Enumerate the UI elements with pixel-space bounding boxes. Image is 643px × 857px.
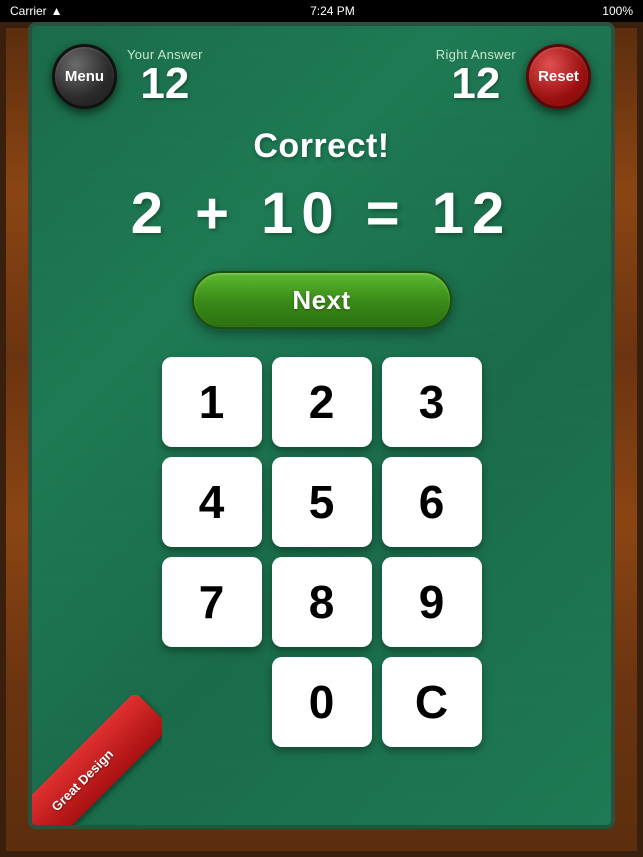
menu-button[interactable]: Menu <box>52 44 117 109</box>
numpad-key-5[interactable]: 5 <box>272 457 372 547</box>
correct-message: Correct! <box>32 127 611 166</box>
top-bar: Menu Your Answer 12 Reset Right Answer 1… <box>32 26 611 109</box>
numpad-key-0[interactable]: 0 <box>272 657 372 747</box>
your-answer-section: Your Answer 12 <box>127 47 203 106</box>
right-answer-value: 12 <box>451 62 500 106</box>
next-button[interactable]: Next <box>192 271 452 329</box>
right-group: Reset Right Answer 12 <box>436 44 591 109</box>
ribbon-text: Great Design <box>48 746 116 814</box>
reset-button[interactable]: Reset <box>526 44 591 109</box>
numpad-key-4[interactable]: 4 <box>162 457 262 547</box>
numpad: 123 456 7890C <box>162 357 482 747</box>
numpad-key-1[interactable]: 1 <box>162 357 262 447</box>
numpad-key-8[interactable]: 8 <box>272 557 372 647</box>
numpad-key-6[interactable]: 6 <box>382 457 482 547</box>
numpad-key-C[interactable]: C <box>382 657 482 747</box>
carrier-text: Carrier <box>10 4 47 18</box>
time-display: 7:24 PM <box>310 4 355 18</box>
right-answer-section: Right Answer 12 <box>436 47 516 106</box>
numpad-key-9[interactable]: 9 <box>382 557 482 647</box>
battery-indicator: 100% <box>602 4 633 18</box>
ribbon: Great Design <box>32 695 162 825</box>
chalkboard: Menu Your Answer 12 Reset Right Answer 1… <box>28 22 615 829</box>
left-group: Menu Your Answer 12 <box>52 44 203 109</box>
your-answer-value: 12 <box>140 62 189 106</box>
numpad-key-7[interactable]: 7 <box>162 557 262 647</box>
status-bar: Carrier ▲ 7:24 PM 100% <box>0 0 643 22</box>
numpad-key-2[interactable]: 2 <box>272 357 372 447</box>
equation-display: 2 + 10 = 12 <box>32 180 611 247</box>
ribbon-wrapper: Great Design <box>32 695 162 825</box>
numpad-key-3[interactable]: 3 <box>382 357 482 447</box>
carrier-label: Carrier ▲ <box>10 4 63 18</box>
wifi-icon: ▲ <box>51 4 63 18</box>
